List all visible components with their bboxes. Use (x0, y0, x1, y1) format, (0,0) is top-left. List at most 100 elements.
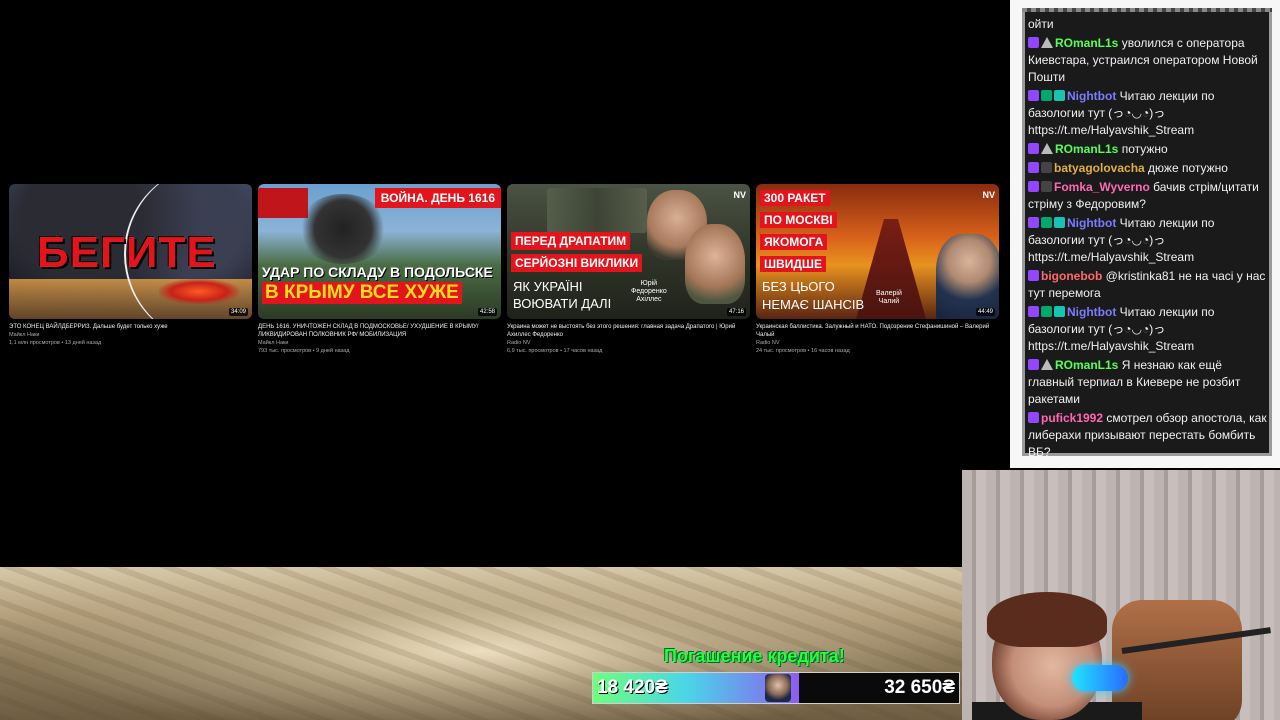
thumb-person (685, 224, 745, 304)
thumb-subheadline: В КРЫМУ ВСЕ ХУЖЕ (262, 282, 462, 304)
video-channel[interactable]: Radio NV (507, 339, 750, 347)
video-title[interactable]: ДЕНЬ 1616. УНИЧТОЖЕН СКЛАД В ПОДМОСКОВЬЕ… (258, 323, 501, 339)
nv-logo: NV (733, 190, 746, 200)
video-thumbnail[interactable]: ВОЙНА. ДЕНЬ 1616 УДАР ПО СКЛАДУ В ПОДОЛЬ… (258, 184, 501, 319)
twitch-badge-icon (1028, 412, 1039, 423)
twitch-badge-icon (1028, 162, 1039, 173)
video-meta: 6,9 тыс. просмотров • 17 часов назад (507, 348, 603, 354)
tri-badge-icon (1041, 143, 1053, 154)
teal-badge-icon (1054, 90, 1065, 101)
chat-message-text: ойти (1028, 17, 1054, 31)
chat-frame: ойти ROmanL1s уволился с оператора Киевст… (1022, 8, 1272, 456)
video-thumbnail[interactable]: БЕГИТЕ 34:09 (9, 184, 252, 319)
thumb-soldiers (547, 188, 647, 233)
thumb-headline: 300 РАКЕТ (760, 190, 830, 206)
thumb-subtext-line: НЕМАЄ ШАНСІВ (762, 297, 865, 312)
video-card[interactable]: NV 300 РАКЕТ ПО МОСКВІ ЯКОМОГА ШВИДШЕ БЕ… (756, 184, 999, 355)
chat-message-text: потужно (1121, 142, 1168, 156)
thumb-headline: ПЕРЕД ДРАПАТИМ (511, 232, 631, 250)
chat-message: Nightbot Читаю лекции по базологии тут (… (1028, 215, 1268, 266)
thumb-person (936, 234, 999, 319)
twitch-badge-icon (1028, 143, 1039, 154)
credit-current-amount: 18 420₴ (597, 677, 668, 698)
video-card[interactable]: БЕГИТЕ 34:09 ЭТО КОНЕЦ ВАЙЛДБЕРРИЗ. Даль… (9, 184, 252, 347)
tri-badge-icon (1041, 37, 1053, 48)
twitch-badge-icon (1028, 90, 1039, 101)
video-meta: 1,1 млн просмотров • 13 дней назад (9, 340, 102, 346)
credit-goal-amount: 32 650₴ (884, 677, 955, 698)
chat-overlay: ойти ROmanL1s уволился с оператора Киевст… (1010, 0, 1280, 468)
chat-message: Nightbot Читаю лекции по базологии тут (… (1028, 88, 1268, 139)
thumb-subtext-line: БЕЗ ЦЬОГО (762, 279, 835, 294)
thumb-headline: УДАР ПО СКЛАДУ В ПОДОЛЬСКЕ (262, 264, 493, 280)
webcam-hair (987, 592, 1107, 647)
chat-message: bigonebob @kristinka81 не на часі у нас … (1028, 268, 1268, 302)
twitch-badge-icon (1028, 359, 1039, 370)
teal-badge-icon (1054, 306, 1065, 317)
thumb-subtext-line: ВОЮВАТИ ДАЛІ (513, 296, 612, 311)
green-badge-icon (1041, 90, 1052, 101)
chat-username[interactable]: ROmanL1s (1055, 142, 1118, 156)
thumb-headline: ЯКОМОГА (760, 234, 828, 250)
nv-logo: NV (982, 190, 995, 200)
chat-message-list: ойти ROmanL1s уволился с оператора Киевст… (1028, 16, 1268, 456)
green-badge-icon (1041, 306, 1052, 317)
thumb-tag: ВОЙНА. ДЕНЬ 1616 (374, 188, 501, 208)
chat-message: pufick1992 смотрел обзор апостола, как л… (1028, 410, 1268, 456)
tri-badge-icon (1041, 359, 1053, 370)
thumb-caption: Юрій Федоренко Ахіллес (631, 280, 667, 303)
video-channel[interactable]: Майкл Наки (258, 339, 501, 347)
video-channel[interactable]: Майкл Наки (9, 331, 252, 339)
credit-avatar (765, 674, 791, 702)
twitch-badge-icon (1028, 37, 1039, 48)
credit-progress-bar: 18 420₴ 32 650₴ (592, 672, 960, 704)
video-duration: 34:09 (228, 308, 248, 316)
video-grid: БЕГИТЕ 34:09 ЭТО КОНЕЦ ВАЙЛДБЕРРИЗ. Даль… (9, 184, 1001, 354)
video-duration: 42:58 (477, 308, 497, 316)
video-thumbnail[interactable]: NV 300 РАКЕТ ПО МОСКВІ ЯКОМОГА ШВИДШЕ БЕ… (756, 184, 999, 319)
chat-message: ойти (1028, 16, 1268, 33)
video-meta: 793 тыс. просмотров • 9 дней назад (258, 348, 350, 354)
video-title[interactable]: ЭТО КОНЕЦ ВАЙЛДБЕРРИЗ. Дальше будет толь… (9, 323, 252, 331)
thumb-headline: ПО МОСКВІ (760, 212, 837, 228)
mic-badge-icon (1041, 181, 1052, 192)
video-duration: 44:49 (975, 308, 995, 316)
microphone-icon (1072, 665, 1128, 691)
teal-badge-icon (1054, 217, 1065, 228)
chat-message: ROmanL1s уволился с оператора Киевстара,… (1028, 35, 1268, 86)
video-card[interactable]: NV ПЕРЕД ДРАПАТИМ СЕРЙОЗНІ ВИКЛИКИ ЯК УК… (507, 184, 750, 355)
thumb-subtext: ЯК УКРАЇНІ ВОЮВАТИ ДАЛІ (513, 278, 611, 312)
chat-username[interactable]: Nightbot (1067, 89, 1116, 103)
chat-message: Fomka_Wyverno бачив стрім/цитати стріму … (1028, 179, 1268, 213)
credit-goal-title: Погашение кредита! (664, 646, 845, 666)
video-channel[interactable]: Radio NV (756, 339, 999, 347)
chat-message: batyagolovacha дюже потужно (1028, 160, 1268, 177)
chat-username[interactable]: ROmanL1s (1055, 36, 1118, 50)
twitch-badge-icon (1028, 181, 1039, 192)
thumb-caption: Валерій Чалий (876, 290, 902, 305)
video-title[interactable]: Украинская баллистика. Залужный и НАТО. … (756, 323, 999, 339)
chat-message: Nightbot Читаю лекции по базологии тут (… (1028, 304, 1268, 355)
video-thumbnail[interactable]: NV ПЕРЕД ДРАПАТИМ СЕРЙОЗНІ ВИКЛИКИ ЯК УК… (507, 184, 750, 319)
twitch-badge-icon (1028, 306, 1039, 317)
twitch-badge-icon (1028, 217, 1039, 228)
chat-username[interactable]: pufick1992 (1041, 411, 1103, 425)
green-badge-icon (1041, 217, 1052, 228)
video-card[interactable]: ВОЙНА. ДЕНЬ 1616 УДАР ПО СКЛАДУ В ПОДОЛЬ… (258, 184, 501, 355)
thumb-headline: БЕГИТЕ (37, 228, 217, 277)
chat-username[interactable]: Nightbot (1067, 216, 1116, 230)
chat-username[interactable]: ROmanL1s (1055, 358, 1118, 372)
mic-badge-icon (1041, 162, 1052, 173)
thumb-headline: ШВИДШЕ (760, 256, 826, 272)
chat-username[interactable]: batyagolovacha (1054, 161, 1145, 175)
chat-username[interactable]: Fomka_Wyverno (1054, 180, 1150, 194)
video-title[interactable]: Украина может не выстоять без этого реше… (507, 323, 750, 339)
twitch-badge-icon (1028, 270, 1039, 281)
thumb-building (258, 188, 308, 218)
chat-message-text: дюже потужно (1148, 161, 1228, 175)
chat-username[interactable]: Nightbot (1067, 305, 1116, 319)
video-duration: 47:16 (726, 308, 746, 316)
thumb-subtext-line: ЯК УКРАЇНІ (513, 279, 583, 294)
chat-username[interactable]: bigonebob (1041, 269, 1102, 283)
webcam-feed (962, 470, 1280, 720)
